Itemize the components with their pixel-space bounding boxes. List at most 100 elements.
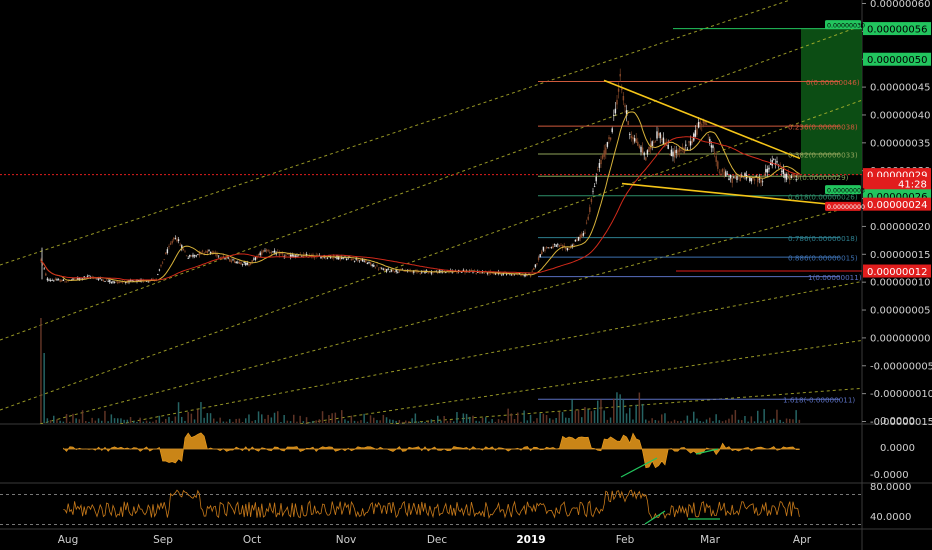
volume-bar [465, 413, 468, 423]
price-axis-label: -0.00000010 [870, 389, 932, 400]
volume-bar [126, 419, 129, 423]
candle-body [205, 251, 207, 253]
volume-bar [593, 410, 596, 423]
time-axis-label: Mar [700, 534, 720, 546]
candle-body [494, 273, 497, 275]
candle-body [645, 157, 647, 161]
volume-bar [497, 419, 500, 423]
price-marker-badge: 0.00000050 [863, 52, 931, 66]
volume-bar [581, 417, 583, 423]
candle-body [560, 245, 562, 246]
volume-bar [133, 420, 135, 423]
time-axis-label: 2019 [516, 534, 545, 546]
rsi-pane[interactable]: 80.0000 40.0000 [0, 482, 911, 525]
candle-body [206, 250, 209, 253]
candle-body [573, 244, 575, 246]
moving-average-fast [40, 111, 800, 283]
volume-bar [299, 415, 301, 423]
volume-bar [376, 420, 378, 423]
candle-body [262, 250, 265, 253]
volume-bar [171, 421, 173, 423]
candle-body [779, 164, 781, 166]
time-axis[interactable]: Aug Sep Oct Nov Dec 2019 Feb Mar Apr [58, 534, 812, 546]
trading-chart[interactable]: 0(0.00000046) 0.236(0.00000038) 0.382(0.00… [0, 0, 932, 550]
volume-bar [347, 420, 349, 423]
volume-bar [229, 419, 231, 423]
volume-bar [584, 407, 586, 423]
candle-body [72, 278, 74, 280]
volume-bar [267, 414, 269, 423]
candle-body [793, 174, 796, 177]
candle-body [102, 280, 105, 282]
volume-bar [113, 418, 116, 423]
volume-bar [334, 412, 337, 423]
volume-bar [46, 418, 49, 423]
candle-body [568, 248, 570, 250]
volume-bar [651, 418, 653, 423]
candle-body [345, 258, 348, 261]
volume-bar [661, 414, 663, 423]
candle-body [45, 273, 47, 276]
candle-body [627, 120, 629, 125]
candle-body [661, 139, 663, 140]
volume-bar [56, 419, 58, 423]
oscillator-axis-label: -0.0000 [870, 470, 909, 481]
volume-bar [702, 421, 705, 423]
volume-bar [782, 421, 785, 423]
volume-bar [75, 418, 77, 423]
volume-bar [632, 419, 634, 423]
candle-body [96, 278, 98, 280]
candle-body [291, 254, 293, 257]
candle-body [614, 108, 617, 114]
candle-body [385, 269, 388, 272]
volume-bar [462, 413, 465, 423]
candle-body [185, 255, 188, 257]
candle-body [585, 222, 588, 224]
candle-body [155, 278, 157, 280]
candle-body [235, 261, 237, 264]
volume-bar [789, 418, 791, 423]
volume-bar [401, 421, 404, 423]
candle-body [718, 171, 721, 173]
candle-body [601, 155, 604, 159]
volume-bar [622, 398, 625, 423]
candle-body [232, 259, 234, 261]
candle-body [761, 181, 764, 183]
candle-body [118, 282, 121, 283]
inline-tag-text: 0.00000003 [827, 187, 865, 194]
candle-body [581, 234, 583, 238]
volume-bar [315, 420, 317, 423]
fib-level-label: 0.886(0.00000015) [788, 254, 858, 263]
candle-body [270, 252, 273, 254]
candle-body [555, 244, 557, 247]
candle-body [579, 234, 581, 239]
volume-bar [280, 421, 282, 423]
volume-bar [40, 318, 42, 423]
volume-bar [561, 412, 564, 423]
volume-bar [501, 420, 503, 423]
chart-canvas[interactable]: 0(0.00000046)0.236(0.00000038)0.382(0.00… [0, 0, 932, 550]
candle-body [192, 254, 194, 257]
volume-bar [619, 394, 621, 423]
volume-bar [363, 413, 365, 423]
candle-body [680, 149, 682, 151]
candle-body [197, 254, 199, 256]
price-pane[interactable]: 0(0.00000046)0.236(0.00000038)0.382(0.00… [0, 0, 932, 424]
candle-body [480, 272, 482, 274]
candle-body [193, 255, 196, 257]
volume-bar [43, 353, 45, 423]
candle-body [107, 280, 109, 282]
volume-bar [798, 419, 801, 423]
volume-bar [136, 421, 138, 423]
oscillator-pane[interactable]: 0.0000 0.0000 -0.0000 [63, 416, 915, 481]
candle-body [219, 256, 221, 258]
volume-bar [257, 411, 260, 423]
candle-body [536, 263, 538, 265]
candle-body [641, 147, 644, 154]
candle-body [117, 281, 119, 284]
candle-body [709, 138, 711, 144]
volume-bar [718, 420, 721, 423]
candle-body [545, 247, 548, 249]
candle-body [787, 172, 789, 175]
candle-body [776, 161, 778, 163]
